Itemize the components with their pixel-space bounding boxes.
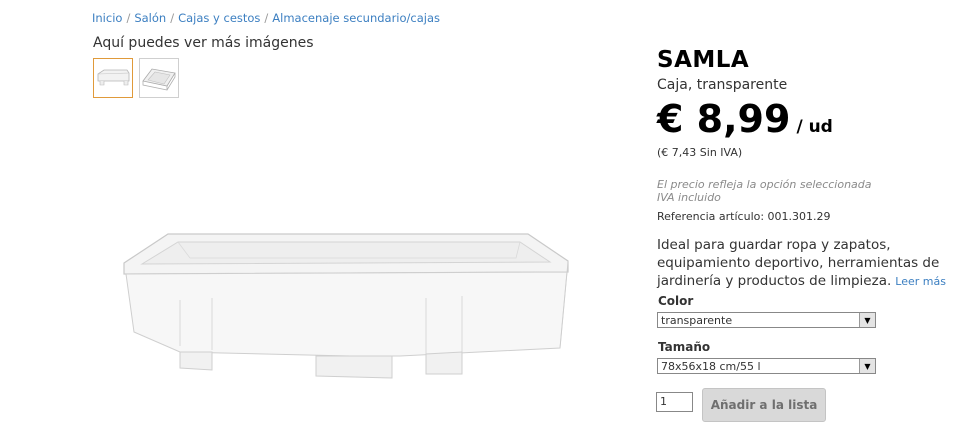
product-price: € 8,99/ ud xyxy=(657,97,833,141)
price-amount: € 8,99 xyxy=(657,97,791,141)
breadcrumb-living-room[interactable]: Salón xyxy=(134,11,166,25)
size-label: Tamaño xyxy=(658,340,711,354)
read-more-link[interactable]: Leer más xyxy=(895,275,946,288)
product-description: Ideal para guardar ropa y zapatos, equip… xyxy=(657,236,977,291)
product-name: SAMLA xyxy=(657,47,750,73)
breadcrumb: Inicio / Salón / Cajas y cestos / Almacenaje s… xyxy=(92,11,440,25)
breadcrumb-separator: / xyxy=(170,11,175,25)
price-note-line: El precio refleja la opción seleccionada xyxy=(657,178,872,191)
box-thumbnail-image xyxy=(142,68,176,91)
size-select[interactable]: 78x56x18 cm/55 l ▼ xyxy=(657,358,876,374)
color-select-value: transparente xyxy=(661,314,733,327)
price-note: El precio refleja la opción seleccionada… xyxy=(657,178,872,204)
product-thumbnail-2[interactable] xyxy=(139,58,179,98)
vat-included-note: IVA incluido xyxy=(657,191,721,204)
box-thumbnail-image xyxy=(97,69,130,86)
more-images-label: Aquí puedes ver más imágenes xyxy=(93,35,314,51)
add-to-list-button[interactable]: Añadir a la lista xyxy=(702,388,826,422)
breadcrumb-home[interactable]: Inicio xyxy=(92,11,122,25)
product-subtitle: Caja, transparente xyxy=(657,77,788,93)
storage-box-illustration xyxy=(123,233,569,379)
breadcrumb-boxes-baskets[interactable]: Cajas y cestos xyxy=(178,11,260,25)
article-reference: Referencia artículo: 001.301.29 xyxy=(657,210,831,223)
price-unit: / ud xyxy=(796,117,833,137)
price-without-vat: (€ 7,43 Sin IVA) xyxy=(657,146,743,159)
color-label: Color xyxy=(658,294,694,308)
breadcrumb-separator: / xyxy=(264,11,269,25)
color-select[interactable]: transparente ▼ xyxy=(657,312,876,328)
breadcrumb-secondary-storage[interactable]: Almacenaje secundario/cajas xyxy=(272,11,440,25)
size-select-value: 78x56x18 cm/55 l xyxy=(661,360,761,373)
chevron-down-icon[interactable]: ▼ xyxy=(859,313,875,327)
product-thumbnail-1[interactable] xyxy=(93,58,133,98)
product-main-image xyxy=(120,228,570,392)
breadcrumb-separator: / xyxy=(126,11,131,25)
chevron-down-icon[interactable]: ▼ xyxy=(859,359,875,373)
quantity-input[interactable]: 1 xyxy=(656,392,693,412)
